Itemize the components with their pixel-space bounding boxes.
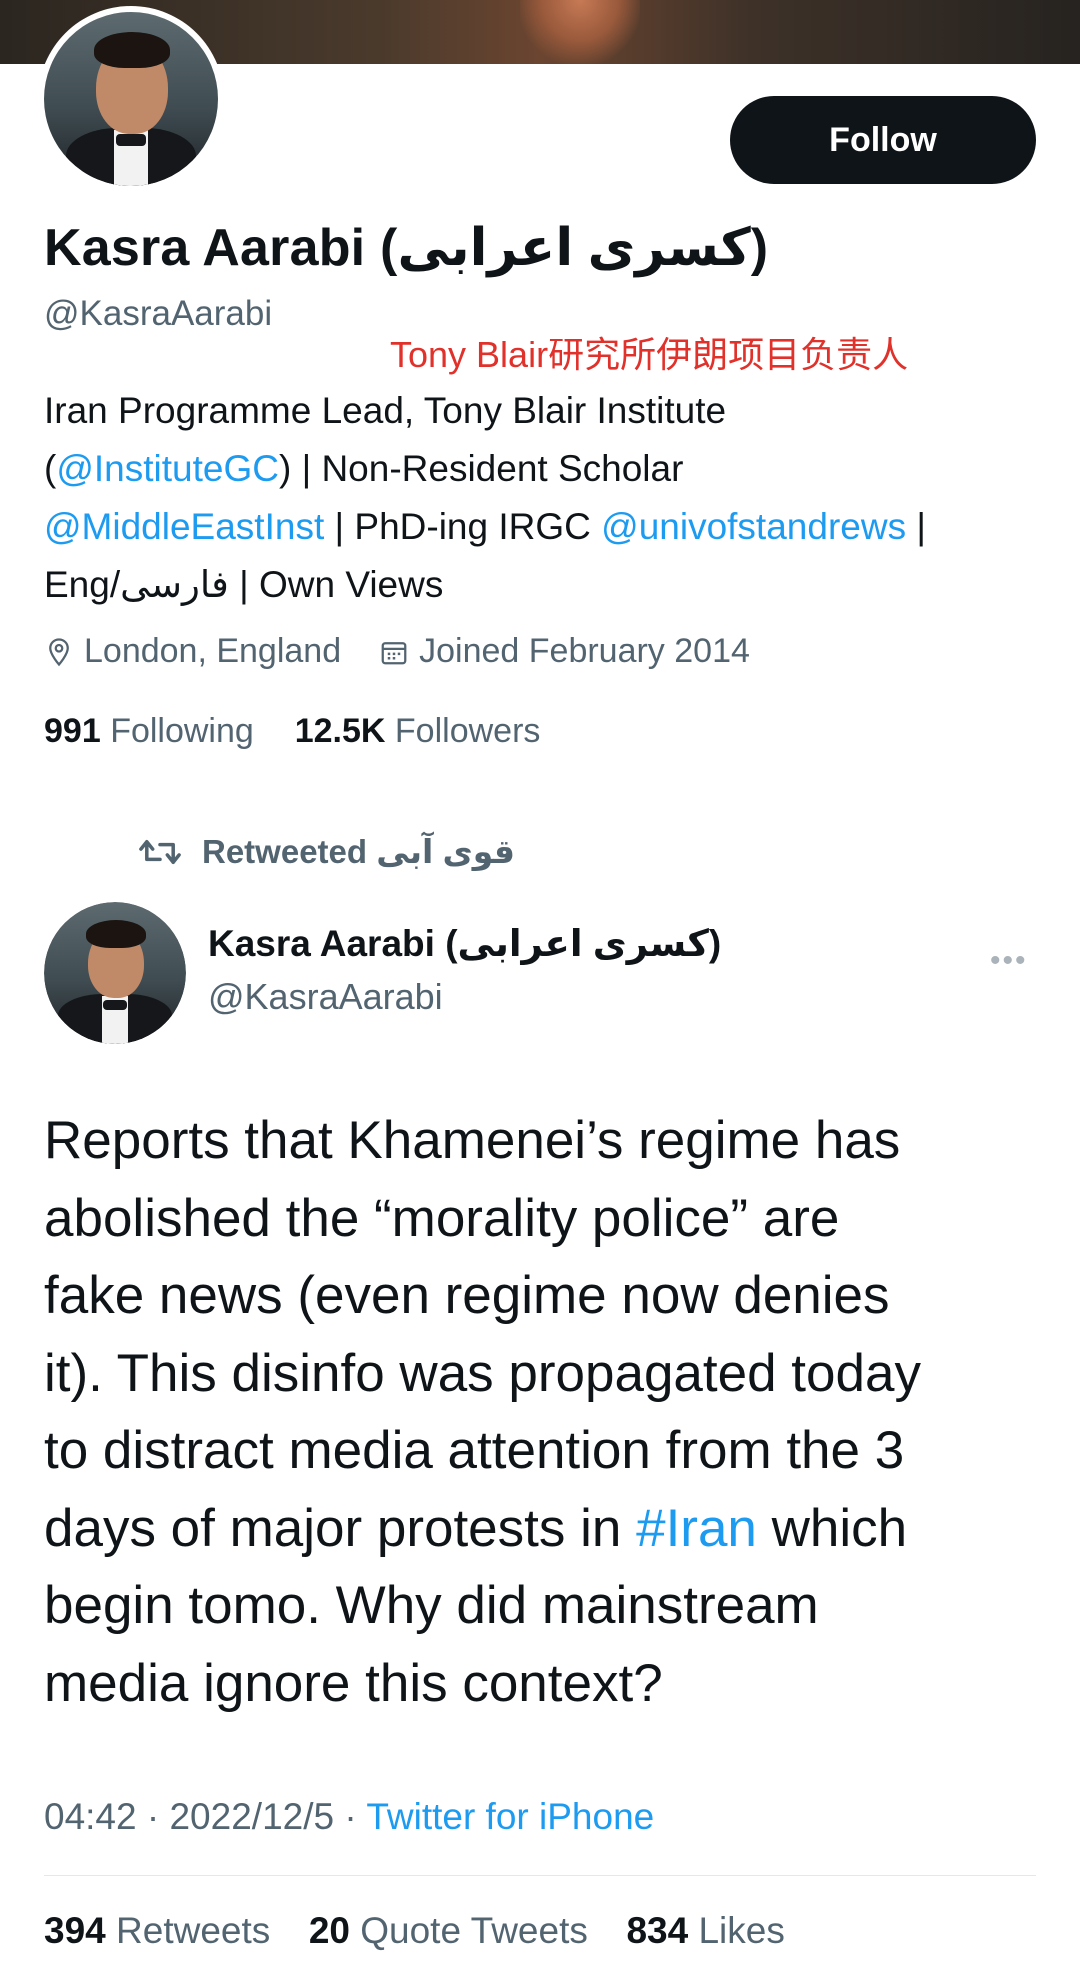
retweet-icon	[139, 839, 181, 864]
location-pin-icon	[49, 637, 69, 666]
tweet-line: fake news (even regime now denies	[44, 1266, 890, 1325]
retweeter-name[interactable]: قوی آبی	[376, 832, 515, 871]
tweet-source-link[interactable]: Twitter for iPhone	[366, 1796, 654, 1837]
tweet-author-name[interactable]: Kasra Aarabi (کسری اعرابی)	[208, 922, 721, 965]
divider	[44, 1875, 1036, 1876]
profile-handle: @KasraAarabi	[44, 294, 273, 333]
more-options-icon[interactable]: •••	[990, 944, 1028, 978]
following-link[interactable]: 991 Following	[44, 712, 254, 750]
joined-text: Joined February 2014	[419, 632, 750, 670]
retweet-header: Retweeted قوی آبی	[138, 832, 515, 871]
engagement-stats: 394 Retweets 20 Quote Tweets 834 Likes	[44, 1910, 785, 1952]
banner-image	[520, 0, 640, 64]
tweet-time[interactable]: 04:42	[44, 1796, 137, 1837]
tweet-line: abolished the “morality police” are	[44, 1188, 840, 1248]
follow-stats: 991 Following 12.5K Followers	[44, 712, 540, 751]
followers-link[interactable]: 12.5K Followers	[295, 712, 541, 750]
bio-line: Eng/فارسی | Own Views	[44, 564, 444, 605]
profile-name: Kasra Aarabi (کسری اعرابی)	[44, 219, 769, 277]
profile-meta: London, England Joined February 2014	[44, 632, 788, 671]
likes-link[interactable]: 834 Likes	[626, 1910, 784, 1951]
tweet-line: media ignore this context?	[44, 1653, 663, 1713]
tweet-author-avatar[interactable]	[44, 902, 186, 1044]
tweet-text: Reports that Khamenei’s regime has aboli…	[44, 1102, 1044, 1722]
profile-bio: Iran Programme Lead, Tony Blair Institut…	[44, 382, 1044, 614]
red-annotation: Tony Blair研究所伊朗项目负责人	[390, 334, 909, 375]
retweets-link[interactable]: 394 Retweets	[44, 1910, 270, 1951]
tweet-timestamp: 04:42 · 2022/12/5 · Twitter for iPhone	[44, 1796, 655, 1837]
tweet-line: begin tomo. Why did mainstream	[44, 1576, 819, 1635]
middleeastinst-link[interactable]: @MiddleEastInst	[44, 506, 324, 547]
iran-hashtag-link[interactable]: #Iran	[636, 1499, 757, 1558]
tweet-line: days of major protests in #Iran which	[44, 1498, 908, 1558]
join-date: Joined February 2014	[379, 632, 750, 671]
follow-button[interactable]: Follow	[730, 96, 1036, 184]
quote-tweets-link[interactable]: 20 Quote Tweets	[309, 1910, 588, 1951]
bio-line: Iran Programme Lead, Tony Blair Institut…	[44, 390, 727, 431]
bio-line: @MiddleEastInst | PhD-ing IRGC @univofst…	[44, 506, 926, 547]
profile-avatar[interactable]	[38, 6, 224, 192]
institutegc-link[interactable]: @InstituteGC	[56, 448, 279, 489]
tweet-line: to distract media attention from the 3	[44, 1421, 905, 1480]
tweet-line: it). This disinfo was propagated today	[44, 1343, 921, 1403]
location-text: London, England	[84, 632, 342, 670]
tweet-author-handle[interactable]: @KasraAarabi	[208, 976, 443, 1018]
location: London, England	[44, 632, 341, 671]
retweeted-label: Retweeted	[202, 832, 368, 870]
univofstandrews-link[interactable]: @univofstandrews	[601, 506, 906, 547]
calendar-icon	[381, 641, 407, 664]
tweet-line: Reports that Khamenei’s regime has	[44, 1111, 901, 1170]
bio-line: (@InstituteGC) | Non-Resident Scholar	[44, 448, 684, 489]
tweet-date[interactable]: 2022/12/5	[169, 1796, 334, 1837]
